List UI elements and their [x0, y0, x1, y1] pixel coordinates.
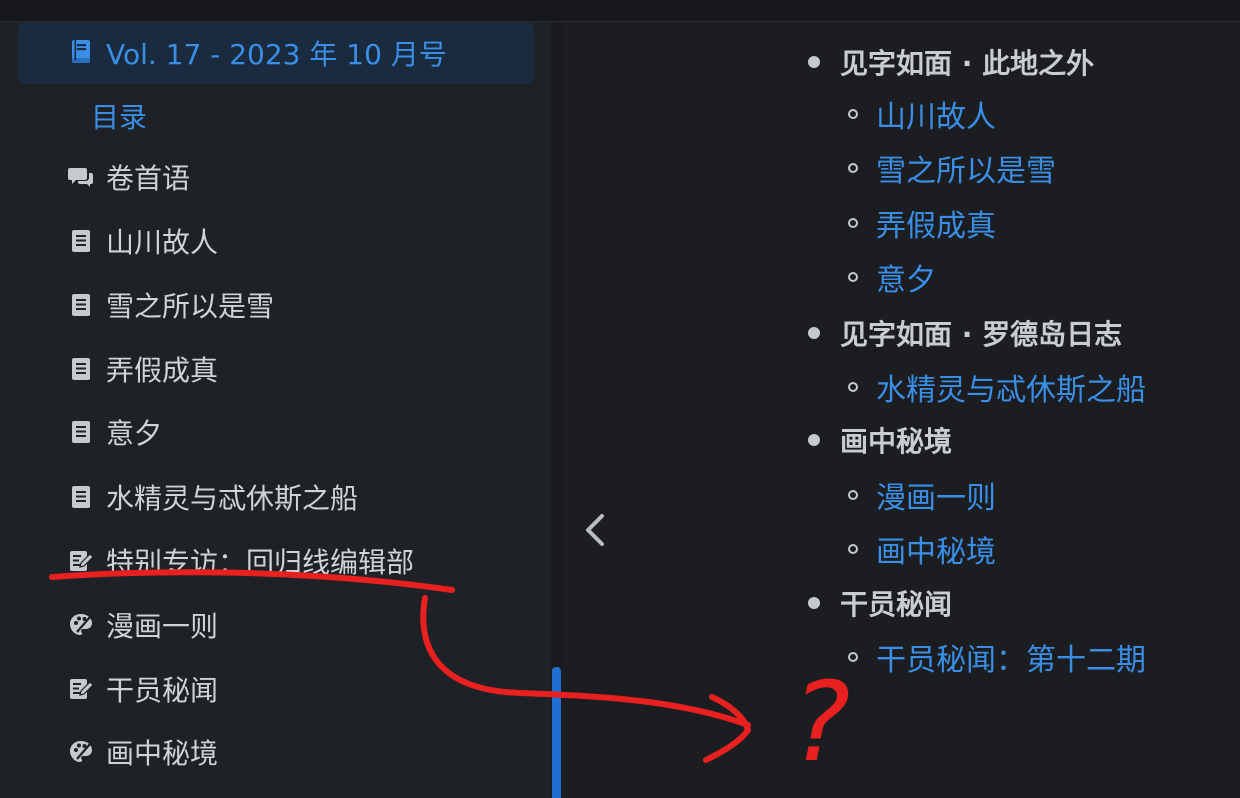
document-icon: [72, 486, 90, 508]
ring-bullet-icon: [848, 163, 858, 173]
palette-icon: [70, 741, 92, 762]
toc-section-title: 见字如面 · 罗德岛日志: [840, 318, 1123, 351]
sidebar-item-label: 漫画一则: [106, 610, 219, 643]
ring-bullet-icon: [848, 652, 858, 662]
ring-bullet-icon: [848, 544, 858, 554]
interview-icon: [70, 551, 94, 571]
sidebar-item-interview[interactable]: 干员秘闻: [68, 669, 218, 709]
sidebar-item-label: 雪之所以是雪: [106, 290, 275, 323]
sidebar-item-label: 意夕: [106, 417, 163, 450]
bullet-icon: [808, 597, 820, 609]
toc-section: 见字如面 · 罗德岛日志: [808, 313, 1122, 353]
toc-link-label: 意夕: [876, 263, 936, 298]
toc-link-label: 弄假成真: [876, 209, 996, 244]
sidebar-item-article[interactable]: 雪之所以是雪: [68, 285, 274, 325]
sidebar-scrollbar-thumb[interactable]: [552, 667, 561, 798]
chat-bubbles-icon: [68, 168, 93, 187]
sidebar-item-article[interactable]: 水精灵与忒休斯之船: [68, 477, 358, 517]
toc-section-title: 画中秘境: [840, 425, 953, 458]
sidebar-toc-link[interactable]: 目录: [91, 96, 147, 136]
sidebar-item-label: 弄假成真: [106, 354, 219, 387]
sidebar-item-article[interactable]: 山川故人: [68, 221, 218, 261]
toc-link[interactable]: 弄假成真: [848, 203, 996, 244]
toc-link[interactable]: 雪之所以是雪: [848, 148, 1056, 189]
toc-section: 见字如面 · 此地之外: [808, 42, 1094, 82]
toc-link-label: 雪之所以是雪: [876, 154, 1056, 189]
toc-section: 画中秘境: [808, 420, 952, 460]
toc-section: 干员秘闻: [808, 583, 952, 623]
sidebar-item-article[interactable]: 意夕: [68, 412, 162, 452]
sidebar-item-label: 干员秘闻: [106, 674, 219, 707]
sidebar-item-gallery[interactable]: 画中秘境: [68, 732, 218, 772]
document-icon: [72, 230, 90, 252]
palette-icon: [70, 614, 92, 635]
volume-title: Vol. 17 - 2023 年 10 月号: [106, 38, 447, 71]
toc-link[interactable]: 山川故人: [848, 94, 996, 135]
document-icon: [72, 294, 90, 316]
document-icon: [72, 358, 90, 380]
bullet-icon: [808, 327, 820, 339]
sidebar-item-article[interactable]: 弄假成真: [68, 349, 218, 389]
toc-link[interactable]: 意夕: [848, 257, 936, 298]
toc-section-title: 干员秘闻: [840, 588, 953, 621]
sidebar-item-interview[interactable]: 特别专访：回归线编辑部: [68, 541, 414, 581]
ring-bullet-icon: [848, 218, 858, 228]
document-icon: [72, 421, 90, 443]
sidebar-item-comic[interactable]: 漫画一则: [68, 605, 218, 645]
toc-section-title: 见字如面 · 此地之外: [840, 47, 1095, 80]
ring-bullet-icon: [848, 109, 858, 119]
top-bar: [0, 0, 1240, 22]
sidebar-item-label: 卷首语: [106, 162, 191, 195]
sidebar-item-label: 特别专访：回归线编辑部: [106, 546, 415, 579]
interview-icon: [70, 679, 94, 699]
toc-link-label: 漫画一则: [876, 481, 996, 516]
toc-link-label: 山川故人: [876, 100, 996, 135]
sidebar-item-label: 画中秘境: [106, 737, 219, 770]
sidebar-item-preface[interactable]: 卷首语: [68, 157, 190, 197]
toc-link-label: 水精灵与忒休斯之船: [876, 373, 1146, 408]
ring-bullet-icon: [848, 490, 858, 500]
bullet-icon: [808, 56, 820, 68]
content-area: 见字如面 · 此地之外 山川故人 雪之所以是雪 弄假成真 意夕 见字如面 · 罗…: [562, 22, 1240, 798]
sidebar-volume-item[interactable]: Vol. 17 - 2023 年 10 月号: [18, 22, 534, 84]
sidebar-item-label: 水精灵与忒休斯之船: [106, 482, 359, 515]
toc-link[interactable]: 画中秘境: [848, 529, 996, 570]
sidebar-item-label: 山川故人: [106, 226, 219, 259]
toc-link[interactable]: 漫画一则: [848, 475, 996, 516]
toc-link-label: 画中秘境: [876, 535, 996, 570]
toc-link[interactable]: 干员秘闻：第十二期: [848, 637, 1146, 678]
ring-bullet-icon: [848, 382, 858, 392]
toc-link[interactable]: 水精灵与忒休斯之船: [848, 367, 1146, 408]
book-icon: [72, 40, 90, 63]
ring-bullet-icon: [848, 272, 858, 282]
toc-link-label: 干员秘闻：第十二期: [876, 643, 1146, 678]
bullet-icon: [808, 434, 820, 446]
